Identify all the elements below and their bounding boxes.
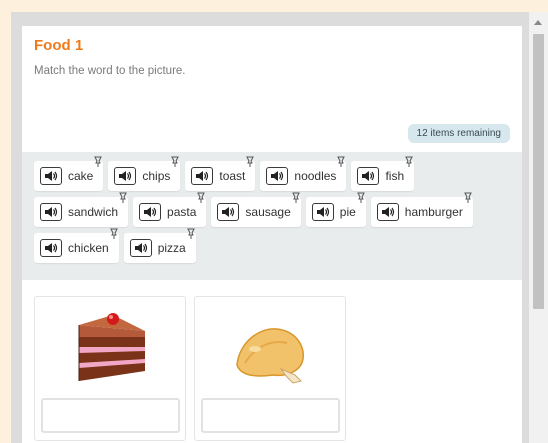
word-bank-row: chicken pizza xyxy=(34,228,522,263)
hint-pin-icon[interactable] xyxy=(118,191,128,203)
speaker-icon[interactable] xyxy=(311,203,334,221)
scroll-up-arrow-icon[interactable] xyxy=(534,20,542,25)
drop-zone-cake[interactable] xyxy=(41,398,180,433)
word-chip-noodles[interactable]: noodles xyxy=(260,156,347,191)
hint-pin-icon[interactable] xyxy=(170,155,180,167)
hint-pin-icon[interactable] xyxy=(291,191,301,203)
word-chip-label: pasta xyxy=(167,205,197,219)
drop-zone-chicken[interactable] xyxy=(201,398,340,433)
speaker-icon[interactable] xyxy=(357,167,380,185)
word-chip-label: fish xyxy=(385,169,405,183)
word-chip-sausage[interactable]: sausage xyxy=(211,192,301,227)
word-chip-label: pie xyxy=(339,205,356,219)
hint-pin-icon[interactable] xyxy=(404,155,414,167)
hint-pin-icon[interactable] xyxy=(336,155,346,167)
word-bank-row: sandwich pasta sausage pie hamburger xyxy=(34,192,522,227)
hint-pin-icon[interactable] xyxy=(463,191,473,203)
word-chip-label: cake xyxy=(68,169,94,183)
speaker-icon[interactable] xyxy=(266,167,289,185)
speaker-icon[interactable] xyxy=(114,167,137,185)
word-chip-label: sausage xyxy=(245,205,291,219)
word-chip-label: toast xyxy=(219,169,246,183)
hint-pin-icon[interactable] xyxy=(356,191,366,203)
word-chip-chicken[interactable]: chicken xyxy=(34,228,119,263)
speaker-icon[interactable] xyxy=(40,203,62,221)
word-chip-sandwich[interactable]: sandwich xyxy=(34,192,129,227)
vertical-scrollbar[interactable] xyxy=(529,12,548,443)
scroll-thumb[interactable] xyxy=(533,34,544,309)
word-chip-hamburger[interactable]: hamburger xyxy=(370,192,473,227)
word-bank: cake chips toast noodles fish sandwich pasta sa… xyxy=(22,152,522,280)
picture-tile-chicken xyxy=(194,296,346,441)
speaker-icon[interactable] xyxy=(376,203,399,221)
word-chip-label: chicken xyxy=(68,241,109,255)
word-chip-label: sandwich xyxy=(68,205,119,219)
word-chip-label: noodles xyxy=(294,169,337,183)
word-chip-label: chips xyxy=(142,169,171,183)
speaker-icon[interactable] xyxy=(191,167,214,185)
speaker-icon[interactable] xyxy=(217,203,240,221)
word-chip-chips[interactable]: chips xyxy=(108,156,181,191)
hint-pin-icon[interactable] xyxy=(245,155,255,167)
word-chip-toast[interactable]: toast xyxy=(185,156,256,191)
hint-pin-icon[interactable] xyxy=(93,155,103,167)
word-chip-label: hamburger xyxy=(404,205,463,219)
speaker-icon[interactable] xyxy=(139,203,162,221)
speaker-icon[interactable] xyxy=(40,239,62,257)
picture-tile-cake xyxy=(34,296,186,441)
speaker-icon[interactable] xyxy=(129,239,152,257)
activity-title: Food 1 xyxy=(34,37,84,54)
word-chip-cake[interactable]: cake xyxy=(34,156,104,191)
chicken-image xyxy=(236,328,304,384)
hint-pin-icon[interactable] xyxy=(196,191,206,203)
word-chip-pizza[interactable]: pizza xyxy=(123,228,196,263)
word-chip-pasta[interactable]: pasta xyxy=(133,192,207,227)
word-bank-row: cake chips toast noodles fish xyxy=(34,156,522,191)
hint-pin-icon[interactable] xyxy=(186,227,196,239)
activity-card: Food 1 Match the word to the picture. 12… xyxy=(22,26,522,443)
activity-instructions: Match the word to the picture. xyxy=(34,65,186,77)
speaker-icon[interactable] xyxy=(40,167,62,185)
items-remaining-badge: 12 items remaining xyxy=(407,124,510,143)
cake-image xyxy=(78,313,145,381)
word-chip-fish[interactable]: fish xyxy=(351,156,415,191)
hint-pin-icon[interactable] xyxy=(109,227,119,239)
word-chip-pie[interactable]: pie xyxy=(305,192,366,227)
word-chip-label: pizza xyxy=(157,241,186,255)
